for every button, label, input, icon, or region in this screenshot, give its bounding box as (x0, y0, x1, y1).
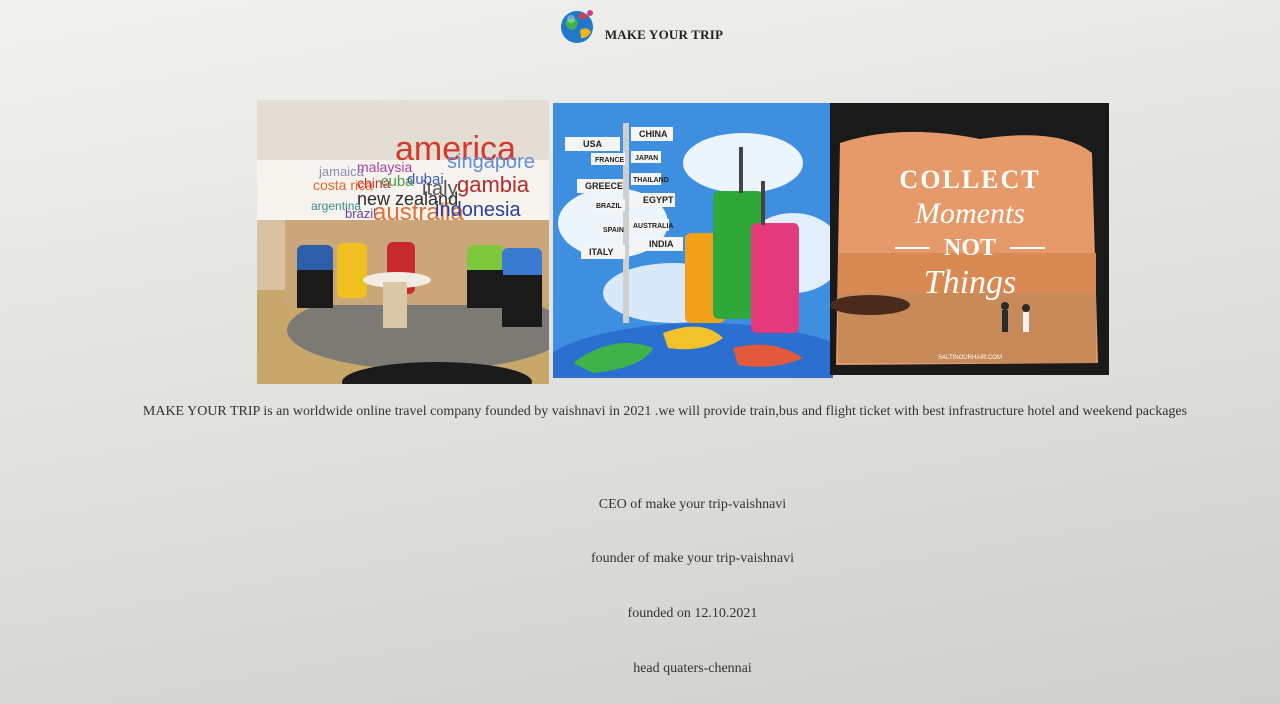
svg-text:THAILAND: THAILAND (633, 177, 669, 184)
things-text: Things (924, 264, 1017, 301)
svg-text:BRAZIL: BRAZIL (596, 203, 622, 210)
moments-text: Moments (914, 197, 1025, 230)
svg-text:GREECE: GREECE (585, 181, 623, 191)
svg-text:italy: italy (422, 178, 458, 200)
svg-text:gambia: gambia (457, 172, 530, 197)
headquarters-text: head quaters-chennai (633, 661, 752, 676)
collect-text: COLLECT (899, 165, 1040, 194)
watermark-text: SALTINOURHAIR.COM (938, 355, 1002, 361)
svg-text:AUSTRALIA: AUSTRALIA (633, 223, 673, 230)
svg-text:FRANCE: FRANCE (595, 157, 624, 164)
svg-text:brazil: brazil (345, 206, 376, 221)
company-description: MAKE YOUR TRIP is an worldwide online tr… (142, 404, 1188, 419)
svg-text:ITALY: ITALY (589, 247, 614, 257)
svg-text:USA: USA (583, 139, 603, 149)
svg-text:JAPAN: JAPAN (635, 155, 658, 162)
site-title: MAKE YOUR TRIP (604, 27, 724, 42)
svg-text:EGYPT: EGYPT (643, 195, 674, 205)
svg-text:SPAIN: SPAIN (603, 227, 624, 234)
svg-text:INDIA: INDIA (649, 239, 674, 249)
suitcases-signpost-photo: USA CHINA FRANCE JAPAN GREECE THAILAND B… (553, 103, 833, 378)
header: MAKE YOUR TRIP (0, 6, 1280, 46)
svg-text:indonesia: indonesia (435, 199, 522, 221)
photo-gallery: america singapore jamaica malaysia costa… (257, 100, 1109, 385)
founder-text: founder of make your trip-vaishnavi (591, 551, 794, 566)
ceo-text: CEO of make your trip-vaishnavi (598, 497, 787, 512)
svg-text:CHINA: CHINA (639, 129, 668, 139)
travel-office-photo: america singapore jamaica malaysia costa… (257, 100, 549, 384)
collect-moments-photo: COLLECT Moments NOT Things SALTINOURHAIR… (830, 103, 1109, 375)
founded-date-text: founded on 12.10.2021 (627, 606, 758, 621)
not-text: NOT (944, 235, 996, 261)
svg-text:singapore: singapore (447, 151, 535, 173)
globe-icon[interactable] (557, 6, 597, 46)
